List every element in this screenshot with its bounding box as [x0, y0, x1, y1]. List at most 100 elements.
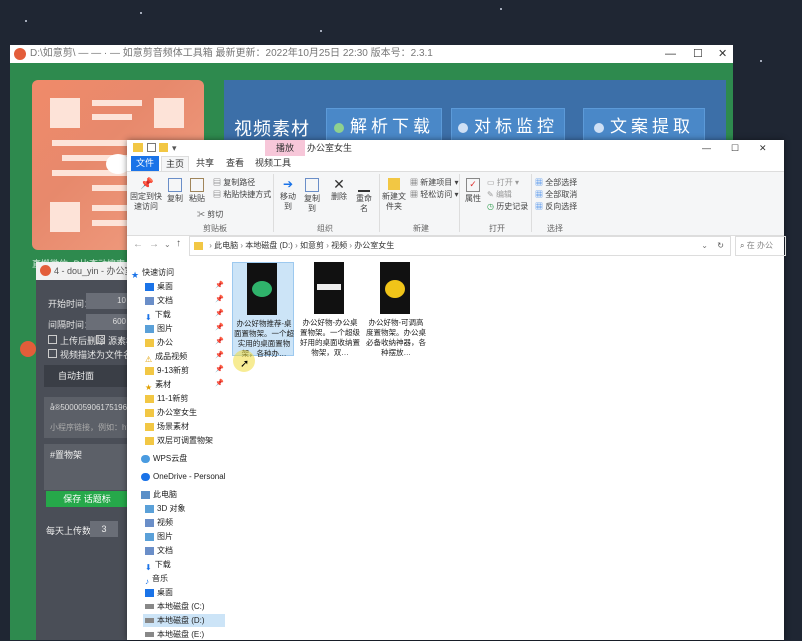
back-arrow-icon[interactable]: ←	[133, 239, 143, 250]
copy-path-button[interactable]: ▤ 复制路径	[213, 178, 255, 188]
forward-arrow-icon[interactable]: →	[149, 239, 159, 250]
pin-icon: 📌	[215, 380, 224, 387]
move-to-button[interactable]: ➔ 移动到	[277, 178, 299, 212]
open-button[interactable]: ▭ 打开 ▾	[487, 178, 519, 188]
pin-icon: 📌	[140, 178, 154, 190]
properties-quick-icon[interactable]	[147, 143, 156, 152]
new-folder-button[interactable]: 新建文件夹	[381, 178, 407, 212]
music-icon: ♪	[145, 576, 149, 586]
search-input[interactable]: ⌕ 在 办公	[735, 236, 786, 256]
history-button[interactable]: ◷ 历史记录	[487, 202, 528, 212]
select-all-button[interactable]: ▦ 全部选择	[535, 178, 577, 188]
breadcrumb-office-girl[interactable]: 办公室女生	[354, 241, 394, 250]
nav-onedrive[interactable]: OneDrive - Personal	[141, 470, 225, 483]
close-button[interactable]: ✕	[718, 45, 727, 63]
nav-desktop[interactable]: 桌面	[145, 280, 173, 293]
nav-finished-videos[interactable]: ⚠ 成品视频	[145, 350, 187, 364]
nav-desktop-pc[interactable]: 桌面	[145, 586, 173, 599]
save-topic-button[interactable]: 保存 话题标	[46, 491, 128, 507]
start-time-input[interactable]: 10	[86, 293, 130, 309]
nav-office-girl[interactable]: 办公室女生	[145, 406, 197, 419]
pictures-icon	[145, 532, 154, 541]
onedrive-icon	[141, 472, 150, 481]
address-dropdown-icon[interactable]: ⌄	[701, 237, 708, 255]
nav-this-pc[interactable]: 此电脑	[141, 488, 177, 501]
topic-textarea[interactable]: #置物架	[44, 444, 128, 490]
nav-downloads[interactable]: ⬇ 下载	[145, 308, 171, 322]
maximize-button[interactable]: ☐	[731, 140, 739, 156]
nav-11-1[interactable]: 11-1新剪	[145, 392, 188, 405]
mini-program-link-input[interactable]: 小程序链接，例如：https	[44, 418, 134, 438]
invert-selection-button[interactable]: ▦ 反向选择	[535, 202, 577, 212]
nav-scene-material[interactable]: 场景素材	[145, 420, 189, 433]
breadcrumb-disk-d[interactable]: 本地磁盘 (D:)	[245, 241, 293, 250]
nav-videos[interactable]: 视频	[145, 516, 173, 529]
group-organize-label: 组织	[317, 224, 333, 233]
nav-pictures[interactable]: 图片	[145, 322, 173, 335]
file-item[interactable]: 办公好物-办公桌置物架。一个超级好用的桌面收纳置物架，双…	[299, 262, 361, 357]
tab-home[interactable]: 主页	[161, 156, 189, 171]
nav-3d-objects[interactable]: 3D 对象	[145, 502, 185, 515]
copy-to-button[interactable]: 复制到	[301, 178, 323, 214]
tab-file[interactable]: 文件	[131, 156, 159, 171]
interval-input[interactable]: 600	[86, 314, 130, 330]
nav-pictures-pc[interactable]: 图片	[145, 530, 173, 543]
tab-video-tools[interactable]: 视频工具	[253, 156, 293, 171]
properties-button[interactable]: ✓ 属性	[463, 178, 483, 204]
paste-shortcut-button[interactable]: ▤ 粘贴快捷方式	[213, 190, 271, 200]
minimize-button[interactable]: —	[665, 45, 676, 63]
rename-button[interactable]: 重命名	[353, 178, 375, 214]
easy-access-button[interactable]: ▦ 轻松访问 ▾	[410, 190, 458, 200]
select-none-button[interactable]: ▦ 全部取消	[535, 190, 577, 200]
nav-documents-pc[interactable]: 文档	[145, 544, 173, 557]
nav-9-13[interactable]: 9-13新剪	[145, 364, 189, 377]
recent-chevron-icon[interactable]: ⌄	[164, 240, 171, 249]
desktop-icon	[145, 588, 154, 597]
nav-disk-c[interactable]: 本地磁盘 (C:)	[145, 600, 205, 613]
chevron-down-icon[interactable]: ▾	[172, 140, 177, 156]
pin-quick-access-button[interactable]: 📌 固定到快速访问	[129, 178, 163, 212]
nav-wps-cloud[interactable]: WPS云盘	[141, 452, 187, 465]
refresh-icon[interactable]: ↻	[717, 237, 724, 255]
up-arrow-icon[interactable]: ↑	[176, 238, 181, 249]
nav-office[interactable]: 办公	[145, 336, 173, 349]
play-context-tab[interactable]: 播放	[265, 140, 305, 156]
nav-music[interactable]: ♪ 音乐	[145, 572, 168, 586]
new-folder-quick-icon[interactable]	[159, 143, 168, 152]
daily-upload-input[interactable]: 3	[90, 521, 118, 537]
edit-button[interactable]: ✎ 编辑	[487, 190, 512, 200]
toolbox-title-text: D:\如意剪\ — — · — 如意剪音频体工具箱 最新更新：2022年10月2…	[30, 48, 433, 59]
nav-quick-access[interactable]: ★ 快速访问	[131, 266, 174, 280]
nav-disk-e[interactable]: 本地磁盘 (E:)	[145, 628, 204, 641]
breadcrumb-ruyijian[interactable]: 如意剪	[300, 241, 324, 250]
nav-documents[interactable]: 文档	[145, 294, 173, 307]
tab-share[interactable]: 共享	[191, 156, 219, 171]
breadcrumb-this-pc[interactable]: 此电脑	[214, 241, 238, 250]
new-item-button[interactable]: ▦ 新建项目 ▾	[410, 178, 458, 188]
maximize-button[interactable]: ☐	[693, 45, 703, 63]
documents-icon	[145, 296, 154, 305]
desc-as-filename-checkbox[interactable]: 视频描述为文件名(默认)	[48, 348, 128, 361]
delete-button[interactable]: ✕ 删除	[329, 177, 349, 202]
minimize-button[interactable]: —	[702, 140, 711, 156]
close-button[interactable]: ✕	[759, 140, 767, 156]
copy-button[interactable]: 复制	[165, 178, 185, 204]
breadcrumb-video[interactable]: 视频	[331, 241, 347, 250]
explorer-title-bar: ▾ 播放 办公室女生 — ☐ ✕	[127, 140, 784, 156]
file-name: 办公好物-可调高度置物架。办公桌必备收纳神器，各种摆放…	[366, 318, 426, 357]
account-id-field[interactable]: å®50000590617519610589	[44, 397, 134, 419]
cut-button[interactable]: ✂ 剪切	[197, 210, 223, 220]
folder-icon	[145, 422, 154, 431]
nav-downloads-pc[interactable]: ⬇ 下载	[145, 558, 171, 572]
nav-shelf[interactable]: 双层可调置物架	[145, 434, 213, 447]
file-item[interactable]: 办公好物推荐-桌面置物架。一个超实用的桌面置物架，各种办…	[232, 262, 294, 358]
toolbox-title-bar: D:\如意剪\ — — · — 如意剪音频体工具箱 最新更新：2022年10月2…	[10, 45, 733, 63]
file-item[interactable]: 办公好物-可调高度置物架。办公桌必备收纳神器，各种摆放…	[365, 262, 427, 357]
paste-button[interactable]: 粘贴	[187, 178, 207, 204]
tab-view[interactable]: 查看	[221, 156, 249, 171]
nav-disk-d[interactable]: 本地磁盘 (D:)	[143, 614, 225, 627]
nav-material[interactable]: ★ 素材	[145, 378, 171, 392]
folder-icon	[145, 408, 154, 417]
pictures-icon	[145, 324, 154, 333]
address-bar[interactable]: › 此电脑 › 本地磁盘 (D:) › 如意剪 › 视频 › 办公室女生 ⌄ ↻	[189, 236, 731, 256]
